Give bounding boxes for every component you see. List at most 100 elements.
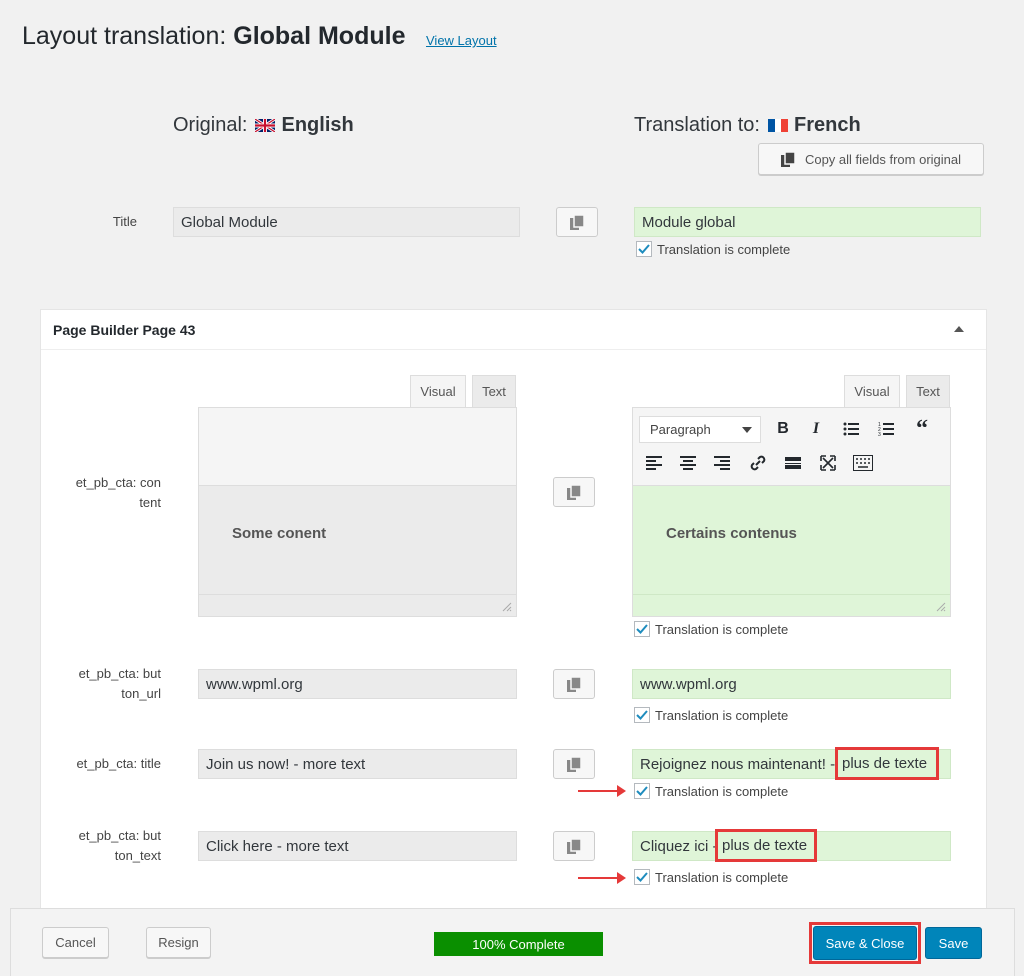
resize-handle-icon[interactable] [502, 602, 512, 612]
copy-icon [570, 214, 584, 230]
original-text-tab[interactable]: Text [472, 375, 516, 407]
button-text-label-line1: et_pb_cta: but [78, 828, 161, 843]
button-url-complete-checkbox-row[interactable]: Translation is complete [634, 707, 788, 723]
resign-button[interactable]: Resign [146, 927, 211, 958]
page-title-name: Global Module [233, 22, 406, 50]
cta-title-highlight-box: plus de texte [835, 747, 939, 780]
translation-language-heading: Translation to: French [634, 114, 861, 137]
button-text-field-label: et_pb_cta: but ton_text [60, 826, 161, 866]
button-text-complete-checkbox-row[interactable]: Translation is complete [634, 869, 788, 885]
toolbar-toggle-icon[interactable] [850, 450, 876, 476]
france-flag-icon [768, 119, 788, 132]
button-text-label-line2: ton_text [114, 848, 161, 863]
title-complete-checkbox-row[interactable]: Translation is complete [636, 241, 790, 257]
cta-title-complete-checkbox-row[interactable]: Translation is complete [634, 783, 788, 799]
original-language: English [281, 114, 354, 136]
cta-title-translation-text: Rejoignez nous maintenant! - [640, 755, 840, 773]
save-button[interactable]: Save [925, 927, 982, 959]
content-complete-checkbox[interactable] [634, 621, 650, 637]
button-url-translation-input[interactable]: www.wpml.org [632, 669, 951, 699]
cta-title-complete-checkbox[interactable] [634, 783, 650, 799]
copy-cta-title-button[interactable] [553, 749, 595, 779]
button-text-complete-checkbox[interactable] [634, 869, 650, 885]
content-complete-checkbox-row[interactable]: Translation is complete [634, 621, 788, 637]
checkmark-icon [636, 624, 648, 634]
copy-title-button[interactable] [556, 207, 598, 237]
copy-icon [780, 151, 795, 167]
copy-button-text-button[interactable] [553, 831, 595, 861]
button-text-complete-label: Translation is complete [655, 869, 789, 885]
read-more-icon[interactable] [780, 450, 806, 476]
copy-all-label: Copy all fields from original [804, 151, 962, 167]
cta-title-label-line1: et_pb_cta: title [76, 756, 161, 771]
view-layout-link[interactable]: View Layout [426, 33, 497, 48]
translation-editor-toolbar: Paragraph B I 123 “ [633, 408, 950, 486]
button-url-original-field: www.wpml.org [198, 669, 517, 699]
translation-label: Translation to: [634, 114, 760, 136]
content-complete-label: Translation is complete [655, 621, 789, 637]
cta-title-original-field: Join us now! - more text [198, 749, 517, 779]
checkmark-icon [638, 244, 650, 254]
link-icon[interactable] [745, 450, 771, 476]
bullet-list-icon[interactable] [838, 416, 864, 442]
content-field-label: et_pb_cta: con tent [60, 473, 161, 513]
translation-text-tab[interactable]: Text [906, 375, 950, 407]
blockquote-icon[interactable]: “ [909, 416, 935, 442]
title-original-field: Global Module [173, 207, 520, 237]
page-title-prefix: Layout translation: [22, 22, 234, 50]
page-title: Layout translation: Global Module [22, 22, 405, 51]
progress-bar: 100% Complete [434, 932, 603, 956]
checkmark-icon [636, 872, 648, 882]
translation-visual-tab[interactable]: Visual [844, 375, 900, 407]
format-select[interactable]: Paragraph [639, 416, 761, 443]
cta-title-field-label: et_pb_cta: title [60, 754, 161, 774]
panel-header[interactable]: Page Builder Page 43 [41, 310, 986, 350]
red-arrow-icon [578, 872, 626, 884]
button-text-translation-text: Cliquez ici - [640, 837, 722, 855]
title-complete-label: Translation is complete [657, 241, 791, 257]
button-url-complete-checkbox[interactable] [634, 707, 650, 723]
red-arrow-icon [578, 785, 626, 797]
copy-button-url-button[interactable] [553, 669, 595, 699]
button-url-complete-label: Translation is complete [655, 707, 789, 723]
button-url-field-label: et_pb_cta: but ton_url [60, 664, 161, 704]
copy-icon [567, 676, 581, 692]
content-label-line2: tent [139, 495, 161, 510]
translation-content-editor[interactable]: Paragraph B I 123 “ Certains contenus [632, 407, 951, 617]
original-visual-tab[interactable]: Visual [410, 375, 466, 407]
translation-editor-statusbar [633, 594, 950, 616]
translation-language: French [794, 114, 861, 136]
title-complete-checkbox[interactable] [636, 241, 652, 257]
panel-title: Page Builder Page 43 [53, 322, 196, 338]
copy-content-button[interactable] [553, 477, 595, 507]
original-label: Original: [173, 114, 248, 136]
bold-icon[interactable]: B [770, 416, 796, 442]
copy-all-fields-button[interactable]: Copy all fields from original [758, 143, 984, 175]
format-select-value: Paragraph [650, 422, 711, 437]
fullscreen-icon[interactable] [815, 450, 841, 476]
button-url-label-line1: et_pb_cta: but [78, 666, 161, 681]
cancel-button[interactable]: Cancel [42, 927, 109, 958]
original-content-text: Some conent [232, 525, 327, 542]
original-content-editor: Some conent [198, 407, 517, 617]
save-close-button[interactable]: Save & Close [813, 926, 917, 960]
align-right-icon[interactable] [709, 450, 735, 476]
checkmark-icon [636, 710, 648, 720]
button-text-original-field: Click here - more text [198, 831, 517, 861]
svg-text:3: 3 [878, 432, 881, 436]
button-text-highlight-box: plus de texte [715, 829, 817, 862]
copy-icon [567, 484, 581, 500]
resize-handle-icon[interactable] [936, 602, 946, 612]
align-center-icon[interactable] [675, 450, 701, 476]
content-label-line1: et_pb_cta: con [75, 475, 161, 490]
align-left-icon[interactable] [641, 450, 667, 476]
numbered-list-icon[interactable]: 123 [873, 416, 899, 442]
copy-icon [567, 756, 581, 772]
checkmark-icon [636, 786, 648, 796]
italic-icon[interactable]: I [803, 416, 829, 442]
original-language-heading: Original: English [173, 114, 354, 137]
copy-icon [567, 838, 581, 854]
collapse-arrow-icon[interactable] [954, 326, 964, 332]
title-field-label: Title [112, 214, 137, 229]
title-translation-input[interactable]: Module global [634, 207, 981, 237]
